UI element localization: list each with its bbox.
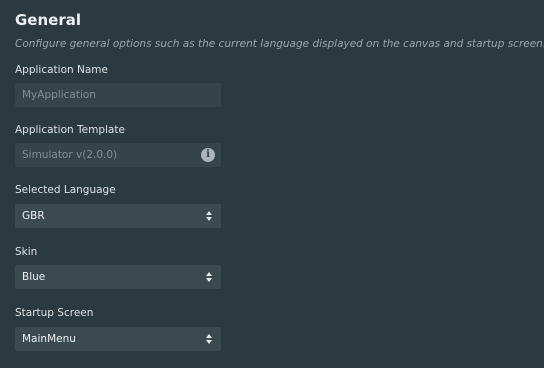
section-title: General [15,11,81,29]
section-description: Configure general options such as the cu… [15,38,544,50]
startup-screen-label: Startup Screen [15,307,94,319]
chevron-down-icon [206,340,212,344]
startup-screen-select[interactable]: MainMenu [15,327,221,351]
chevron-down-icon [206,278,212,282]
chevron-up-icon [206,272,212,276]
chevron-up-icon [206,334,212,338]
application-template-label: Application Template [15,124,125,136]
selected-language-label: Selected Language [15,184,116,196]
application-template-value: Simulator v(2.0.0) [22,149,118,161]
chevron-up-icon [206,211,212,215]
skin-label: Skin [15,246,38,258]
application-template-field[interactable]: Simulator v(2.0.0) i [15,143,221,167]
general-settings-panel: General Configure general options such a… [0,0,544,368]
application-name-label: Application Name [15,64,108,76]
up-down-stepper-icon[interactable] [197,327,221,351]
chevron-down-icon [206,217,212,221]
application-name-field[interactable]: MyApplication [15,83,221,107]
selected-language-value: GBR [22,210,45,222]
up-down-stepper-icon[interactable] [197,204,221,228]
info-icon[interactable]: i [201,148,215,162]
selected-language-select[interactable]: GBR [15,204,221,228]
startup-screen-value: MainMenu [22,333,76,345]
up-down-stepper-icon[interactable] [197,265,221,289]
skin-value: Blue [22,271,46,283]
application-name-value: MyApplication [22,89,96,101]
skin-select[interactable]: Blue [15,265,221,289]
